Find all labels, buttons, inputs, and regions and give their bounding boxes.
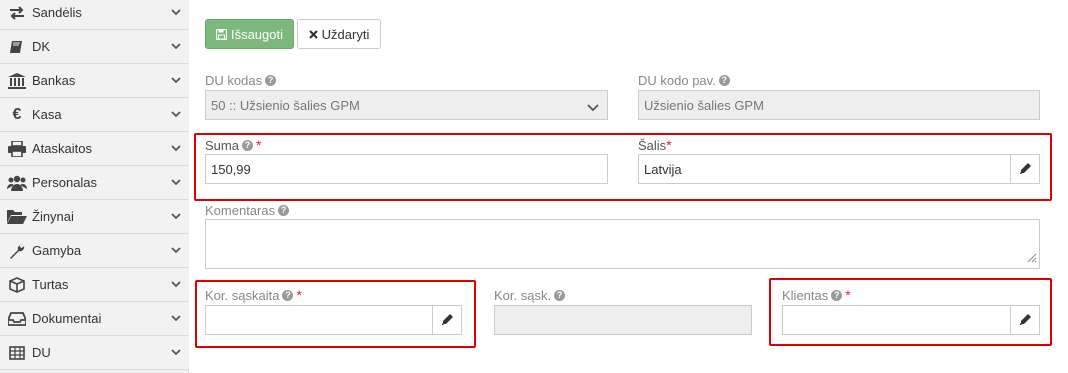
floppy-disk-icon [215,28,227,40]
komentaras-label: Komentaras ? [205,202,290,218]
sidebar-item-label: Sandėlis [32,5,82,20]
chevron-down-icon [167,77,185,84]
required-mark: * [255,137,262,153]
sidebar-item-label: Personalas [32,175,98,190]
cube-icon [6,276,28,294]
salis-input[interactable]: Latvija [638,154,1011,184]
sidebar-item-label: Bankas [32,73,76,88]
save-button-label: Išsaugoti [230,26,284,42]
salis-label: Šalis * [638,137,672,153]
help-icon[interactable]: ? [241,139,253,151]
resize-handle-icon[interactable] [1025,251,1037,266]
users-icon [6,174,28,192]
chevron-down-icon [167,349,185,356]
save-button[interactable]: Išsaugoti [205,19,294,49]
pencil-icon [1019,162,1031,177]
sidebar-item-personalas[interactable]: Personalas [0,166,189,200]
bank-icon [6,72,28,90]
book-icon [6,38,28,56]
transfer-arrows-icon [6,4,28,22]
sidebar-item-label: Dokumentai [32,311,102,326]
kor-sask-field [494,305,752,335]
pencil-icon [1019,313,1031,328]
sidebar-item-kasa[interactable]: € Kasa [0,98,189,132]
sidebar-item-label: Turtas [32,277,69,292]
print-icon [6,140,28,158]
required-mark: * [666,137,672,153]
sidebar-item-zinynai[interactable]: Žinynai [0,200,189,234]
chevron-down-icon [167,281,185,288]
suma-label: Suma ? * [205,137,262,153]
sidebar-item-label: Kasa [32,107,62,122]
sidebar-item-turtas[interactable]: Turtas [0,268,189,302]
help-icon[interactable]: ? [718,74,730,86]
folder-open-icon [6,208,28,226]
chevron-down-icon [167,247,185,254]
inbox-icon [6,310,28,328]
kor-saskaita-input[interactable] [205,305,433,335]
help-icon[interactable]: ? [282,289,294,301]
klientas-input[interactable] [782,305,1011,335]
sidebar-item-label: DU [32,345,51,360]
du-kodas-select[interactable]: 50 :: Užsienio šalies GPM [205,90,608,120]
sidebar-item-ataskaitos[interactable]: Ataskaitos [0,132,189,166]
kor-sask-label: Kor. sąsk. ? [494,287,566,303]
klientas-label: Klientas ? * [782,287,851,303]
chevron-down-icon [167,111,185,118]
chevron-down-icon [167,213,185,220]
required-mark: * [845,287,851,303]
close-button[interactable]: Uždaryti [297,19,381,49]
sidebar-item-label: Žinynai [32,209,74,224]
du-kodo-pav-label: DU kodo pav. ? [638,72,730,88]
chevron-down-icon [167,43,185,50]
sidebar-item-dk[interactable]: DK [0,30,189,64]
suma-input[interactable]: 150,99 [205,154,608,184]
sidebar-item-gamyba[interactable]: Gamyba [0,234,189,268]
sidebar-item-dokumentai[interactable]: Dokumentai [0,302,189,336]
sidebar-item-bankas[interactable]: Bankas [0,64,189,98]
kor-saskaita-label: Kor. sąskaita ? * [205,287,302,303]
chevron-down-icon [587,100,599,115]
klientas-edit-button[interactable] [1010,305,1040,335]
sidebar-item-sandelis[interactable]: Sandėlis [0,0,189,30]
help-icon[interactable]: ? [278,204,290,216]
kor-saskaita-edit-button[interactable] [432,305,462,335]
close-button-label: Uždaryti [321,26,370,42]
sidebar-item-label: Ataskaitos [32,141,92,156]
sidebar-item-du[interactable]: DU [0,336,189,370]
wrench-icon [6,242,28,260]
chevron-down-icon [167,315,185,322]
help-icon[interactable]: ? [831,289,843,301]
salis-edit-button[interactable] [1010,154,1040,184]
help-icon[interactable]: ? [554,289,566,301]
du-kodas-label: DU kodas ? [205,72,277,88]
chevron-down-icon [167,145,185,152]
close-icon [308,29,318,39]
sidebar-item-label: DK [32,39,51,54]
chevron-down-icon [167,179,185,186]
euro-icon: € [12,105,22,123]
du-kodo-pav-field: Užsienio šalies GPM [638,90,1040,120]
chevron-down-icon [167,9,185,16]
table-icon [6,344,28,362]
required-mark: * [296,287,302,303]
sidebar-item-label: Gamyba [32,243,82,258]
komentaras-textarea[interactable] [205,219,1040,269]
sidebar: Sandėlis DK Bankas € Kasa Ataskaitos Per… [0,0,189,373]
pencil-icon [441,313,453,328]
help-icon[interactable]: ? [265,74,277,86]
